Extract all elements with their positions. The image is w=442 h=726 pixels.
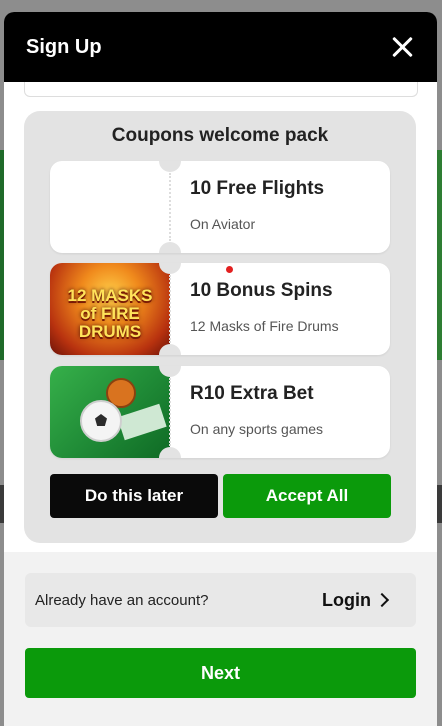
fire-drums-game-image: 12 MASKS of FIRE DRUMS bbox=[50, 263, 170, 355]
coupon-free-flights[interactable]: 10 Free Flights On Aviator bbox=[50, 161, 390, 253]
previous-input-field[interactable] bbox=[24, 82, 418, 97]
coupon-bonus-spins[interactable]: 12 MASKS of FIRE DRUMS 10 Bonus Spins 12… bbox=[50, 263, 390, 355]
close-icon[interactable] bbox=[389, 34, 415, 60]
coupon-extra-bet[interactable]: R10 Extra Bet On any sports games bbox=[50, 366, 390, 458]
sports-balls-image bbox=[50, 366, 170, 458]
coupons-panel: Coupons welcome pack 10 Free Flights On … bbox=[24, 111, 416, 543]
coupon-notch bbox=[159, 242, 181, 253]
coupon-subtitle: On Aviator bbox=[190, 216, 256, 232]
login-link[interactable]: Login bbox=[322, 590, 371, 611]
coupon-divider bbox=[169, 173, 171, 241]
modal-title: Sign Up bbox=[26, 35, 102, 58]
login-row[interactable]: Already have an account? Login bbox=[25, 573, 416, 627]
coupon-notch bbox=[159, 344, 181, 355]
coupon-title: 10 Bonus Spins bbox=[190, 280, 333, 301]
pitch-graphic bbox=[117, 403, 167, 441]
do-this-later-button[interactable]: Do this later bbox=[50, 474, 218, 518]
modal-header: Sign Up bbox=[4, 12, 437, 82]
next-button[interactable]: Next bbox=[25, 648, 416, 698]
signup-modal: Sign Up Coupons welcome pack 10 Free Fli… bbox=[4, 12, 437, 726]
fire-drums-logo: 12 MASKS of FIRE DRUMS bbox=[67, 286, 153, 341]
account-prompt: Already have an account? bbox=[35, 592, 209, 609]
chevron-right-icon bbox=[374, 592, 390, 608]
coupon-divider bbox=[169, 275, 171, 343]
coupon-title: 10 Free Flights bbox=[190, 178, 325, 199]
coupon-subtitle: 12 Masks of Fire Drums bbox=[190, 318, 339, 334]
coupon-title: R10 Extra Bet bbox=[190, 383, 314, 404]
coupon-subtitle: On any sports games bbox=[190, 421, 324, 437]
accept-all-button[interactable]: Accept All bbox=[223, 474, 391, 518]
soccer-ball-icon bbox=[80, 400, 122, 442]
coupon-notch bbox=[159, 447, 181, 458]
cursor-marker bbox=[226, 266, 233, 273]
coupon-thumb-blank bbox=[50, 161, 170, 253]
coupons-title: Coupons welcome pack bbox=[111, 125, 329, 146]
coupon-divider bbox=[169, 378, 171, 446]
